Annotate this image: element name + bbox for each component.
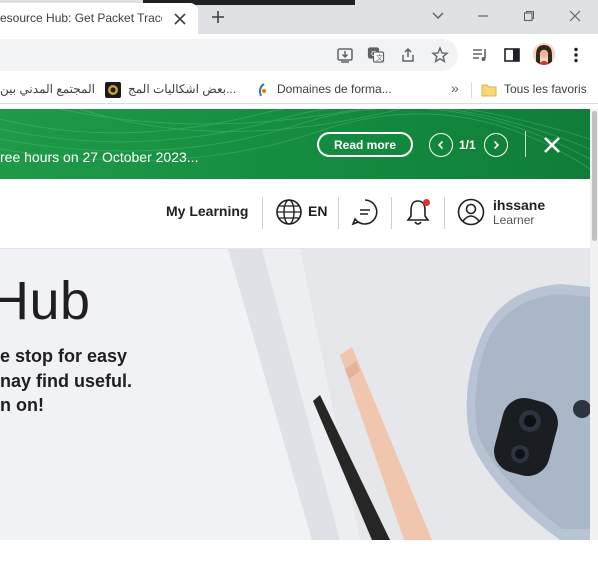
new-tab-icon[interactable]: [207, 6, 229, 28]
header-divider: [262, 197, 263, 229]
scrollbar-thumb[interactable]: [592, 111, 597, 241]
next-chevron-icon[interactable]: [484, 133, 508, 157]
user-role: Learner: [493, 213, 535, 227]
language-selector[interactable]: EN: [308, 203, 327, 219]
address-bar[interactable]: [0, 39, 458, 71]
minimize-icon[interactable]: [471, 5, 495, 27]
svg-text:文: 文: [376, 53, 383, 62]
hero-description-line: nay find useful.: [0, 371, 133, 391]
banner-message: ree hours on 27 October 2023...: [0, 149, 199, 165]
hero-description-line: e stop for easy: [0, 346, 128, 366]
chat-icon[interactable]: [350, 197, 380, 227]
bookmarks-divider: [471, 82, 472, 98]
install-app-icon[interactable]: [333, 43, 357, 67]
browser-menu-icon[interactable]: [564, 43, 588, 67]
user-icon[interactable]: [456, 197, 486, 227]
prev-chevron-icon[interactable]: [429, 133, 453, 157]
bookmark-favicon-icon: [255, 82, 271, 98]
browser-toolbar: G文: [0, 34, 598, 76]
share-icon[interactable]: [396, 43, 420, 67]
header-divider: [391, 197, 392, 229]
tab-close-icon[interactable]: [170, 9, 190, 29]
header-divider: [444, 197, 445, 229]
bookmark-favicon-icon: [105, 82, 121, 98]
bookmarks-overflow[interactable]: »: [451, 80, 459, 96]
hero-title: Hub: [0, 271, 91, 331]
bookmark-item[interactable]: بعض اشكاليات المج...: [128, 82, 236, 96]
tab-title: esource Hub: Get Packet Tracer: [0, 11, 162, 25]
read-more-button[interactable]: Read more: [317, 132, 413, 157]
tab-search-icon[interactable]: [426, 5, 450, 27]
bookmark-star-icon[interactable]: [428, 43, 452, 67]
translate-icon[interactable]: G文: [364, 43, 388, 67]
header-divider: [338, 197, 339, 229]
bookmarks-bar: المجتمع المدني بين بعض اشكاليات المج... …: [0, 76, 598, 104]
close-window-icon[interactable]: [563, 5, 587, 27]
profile-avatar[interactable]: [533, 43, 555, 65]
media-control-icon[interactable]: [468, 43, 492, 67]
my-learning-link[interactable]: My Learning: [166, 203, 248, 219]
active-tab[interactable]: esource Hub: Get Packet Tracer: [0, 3, 198, 34]
bookmark-item[interactable]: المجتمع المدني بين: [0, 82, 95, 96]
globe-icon[interactable]: [274, 197, 304, 227]
notification-badge: [423, 199, 430, 206]
banner-close-icon[interactable]: [540, 133, 564, 157]
banner-divider: [525, 131, 526, 157]
folder-icon: [481, 82, 497, 98]
hero-description-line: n on!: [0, 395, 44, 415]
user-name[interactable]: ihssane: [493, 197, 545, 213]
side-panel-icon[interactable]: [500, 43, 524, 67]
banner-pager: 1/1: [459, 138, 476, 152]
restore-icon[interactable]: [517, 5, 541, 27]
bookmark-folder-all[interactable]: Tous les favoris: [504, 82, 587, 96]
bookmark-item[interactable]: Domaines de forma...: [277, 82, 392, 96]
tab-strip: esource Hub: Get Packet Tracer: [0, 0, 598, 34]
